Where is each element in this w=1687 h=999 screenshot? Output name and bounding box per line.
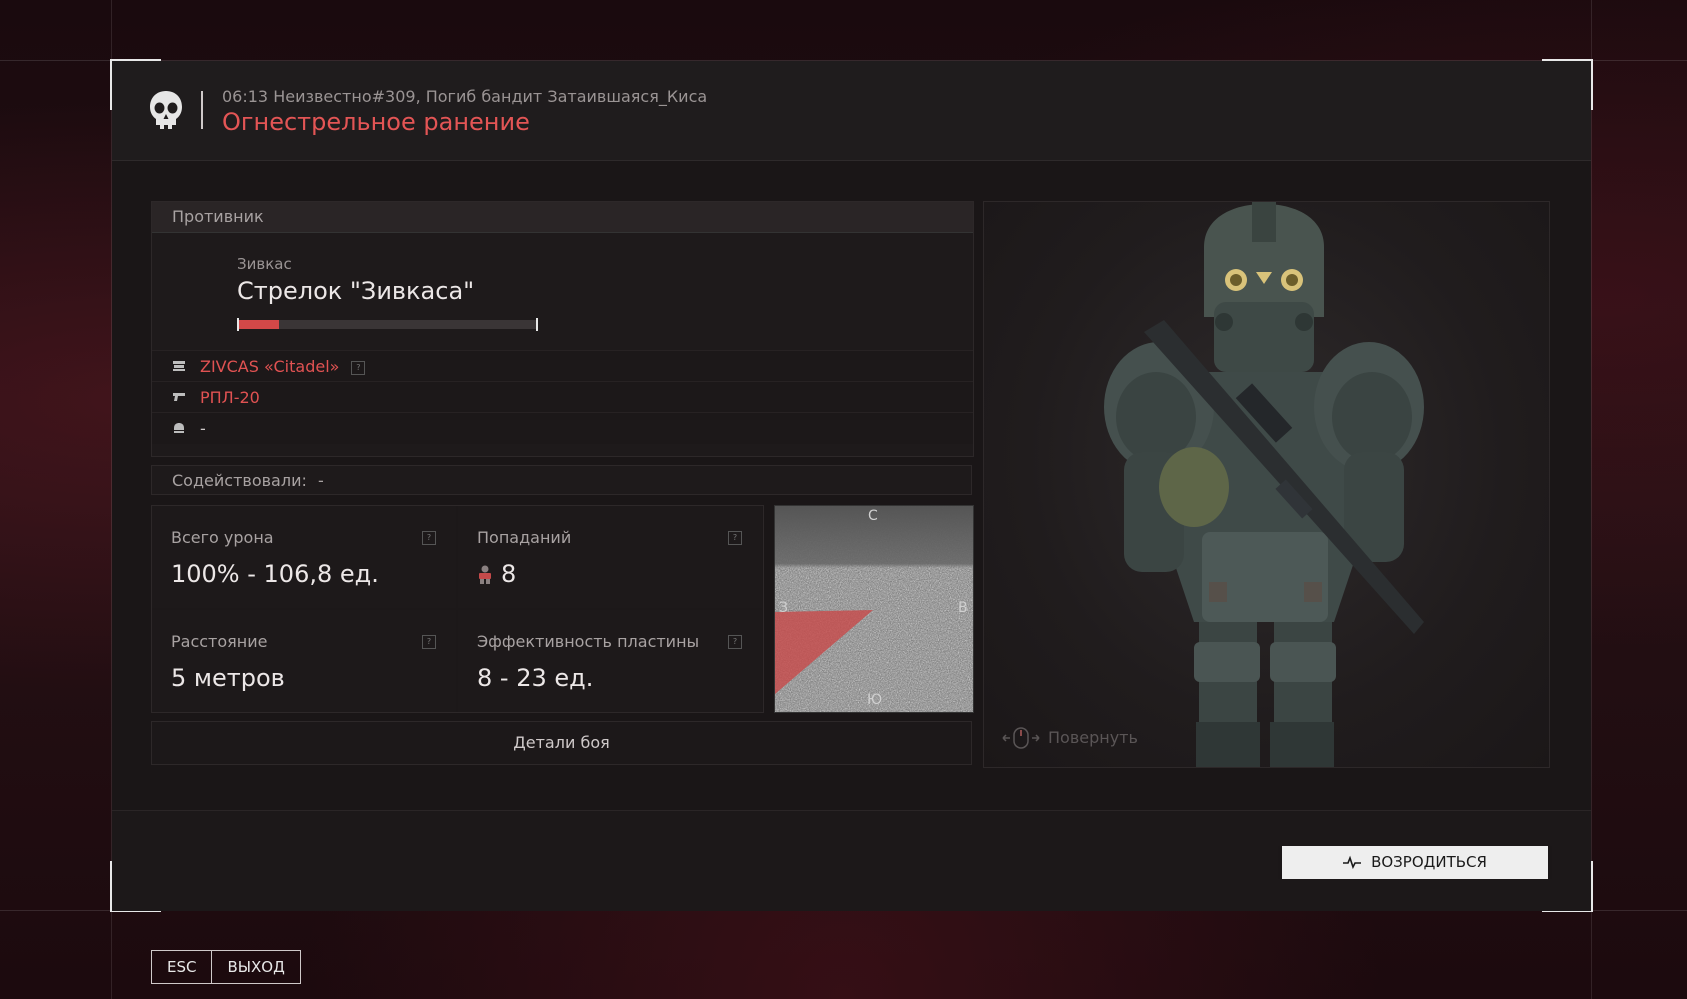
respawn-button[interactable]: ВОЗРОДИТЬСЯ bbox=[1278, 846, 1552, 879]
gun-icon bbox=[173, 393, 185, 401]
equipment-row-helmet: - bbox=[152, 412, 973, 444]
compass-west: З bbox=[779, 600, 788, 616]
header-divider bbox=[201, 91, 203, 129]
enemy-faction: Зивкас bbox=[237, 255, 292, 273]
minimap-image bbox=[775, 506, 973, 712]
stat-value: 100% - 106,8 ед. bbox=[171, 560, 379, 588]
stat-value: 5 метров bbox=[171, 664, 285, 692]
stat-label: Эффективность пластины bbox=[477, 632, 700, 651]
stat-value-row: 8 bbox=[477, 560, 516, 588]
compass-south: Ю bbox=[867, 692, 883, 708]
frame-line-right bbox=[1591, 0, 1592, 999]
equipment-helmet-name: - bbox=[200, 419, 206, 438]
armor-help-icon[interactable]: ? bbox=[351, 360, 366, 375]
dialog-content: Противник Зивкас Стрелок "Зивкаса" ZIVCA… bbox=[112, 161, 1591, 810]
equipment-weapon-name[interactable]: РПЛ-20 bbox=[200, 388, 260, 407]
button-bracket-right bbox=[1548, 846, 1552, 879]
helmet-icon bbox=[174, 423, 184, 433]
stat-total-damage: Всего урона ? 100% - 106,8 ед. bbox=[152, 506, 456, 608]
help-icon[interactable]: ? bbox=[422, 531, 436, 545]
help-icon[interactable]: ? bbox=[728, 531, 742, 545]
stat-plate-efficiency: Эффективность пластины ? 8 - 23 ед. bbox=[458, 610, 762, 712]
kill-minimap: С Ю З В bbox=[774, 505, 974, 713]
mouse-drag-icon bbox=[1002, 727, 1040, 749]
exit-button[interactable]: ВЫХОД bbox=[212, 951, 299, 983]
stat-distance: Расстояние ? 5 метров bbox=[152, 610, 456, 712]
death-cause: Огнестрельное ранение bbox=[222, 108, 530, 136]
stat-label: Всего урона bbox=[171, 528, 274, 547]
stat-label: Расстояние bbox=[171, 632, 268, 651]
health-bar-tick-left bbox=[237, 318, 239, 331]
equipment-row-weapon: РПЛ-20 bbox=[152, 381, 973, 413]
assist-row: Содействовали: - bbox=[151, 465, 972, 495]
dialog-footer: ВОЗРОДИТЬСЯ bbox=[112, 810, 1591, 911]
enemy-section-label: Противник bbox=[152, 202, 973, 233]
stat-hits: Попаданий ? 8 bbox=[458, 506, 762, 608]
enemy-soldier-model bbox=[1104, 202, 1424, 767]
help-icon[interactable]: ? bbox=[728, 635, 742, 649]
exit-control[interactable]: ESC ВЫХОД bbox=[151, 950, 301, 984]
armor-icon bbox=[173, 361, 185, 371]
enemy-health-fill bbox=[237, 320, 279, 329]
stat-value: 8 - 23 ед. bbox=[477, 664, 594, 692]
esc-key-hint: ESC bbox=[152, 951, 213, 983]
equipment-row-armor: ZIVCAS «Citadel»? bbox=[152, 350, 973, 382]
enemy-model-viewer[interactable]: Повернуть bbox=[983, 201, 1550, 768]
stat-value: 8 bbox=[501, 560, 517, 588]
respawn-button-label: ВОЗРОДИТЬСЯ bbox=[1371, 853, 1487, 871]
equipment-armor-name[interactable]: ZIVCAS «Citadel»? bbox=[200, 357, 366, 376]
health-bar-tick-right bbox=[536, 318, 538, 331]
pulse-icon bbox=[1343, 855, 1362, 869]
combat-stats: Всего урона ? 100% - 106,8 ед. Попаданий… bbox=[151, 505, 764, 713]
help-icon[interactable]: ? bbox=[422, 635, 436, 649]
battle-details-button[interactable]: Детали боя bbox=[151, 721, 972, 765]
stat-label: Попаданий bbox=[477, 528, 572, 547]
compass-north: С bbox=[868, 508, 878, 524]
rotate-hint-label: Повернуть bbox=[1048, 728, 1138, 747]
compass-east: В bbox=[958, 600, 968, 616]
enemy-health-bar bbox=[237, 320, 537, 329]
rotate-hint: Повернуть bbox=[1002, 727, 1138, 749]
assist-label: Содействовали: bbox=[172, 471, 307, 490]
enemy-name: Стрелок "Зивкаса" bbox=[237, 277, 475, 305]
skull-icon bbox=[150, 91, 182, 129]
assist-value: - bbox=[317, 471, 324, 490]
enemy-panel: Противник Зивкас Стрелок "Зивкаса" ZIVCA… bbox=[151, 201, 974, 457]
death-report-dialog: 06:13 Неизвестно#309, Погиб бандит Затаи… bbox=[110, 59, 1593, 912]
button-bracket-left bbox=[1278, 846, 1282, 879]
dialog-header: 06:13 Неизвестно#309, Погиб бандит Затаи… bbox=[112, 61, 1591, 161]
kill-info: 06:13 Неизвестно#309, Погиб бандит Затаи… bbox=[222, 87, 708, 106]
body-hit-icon bbox=[479, 565, 491, 584]
